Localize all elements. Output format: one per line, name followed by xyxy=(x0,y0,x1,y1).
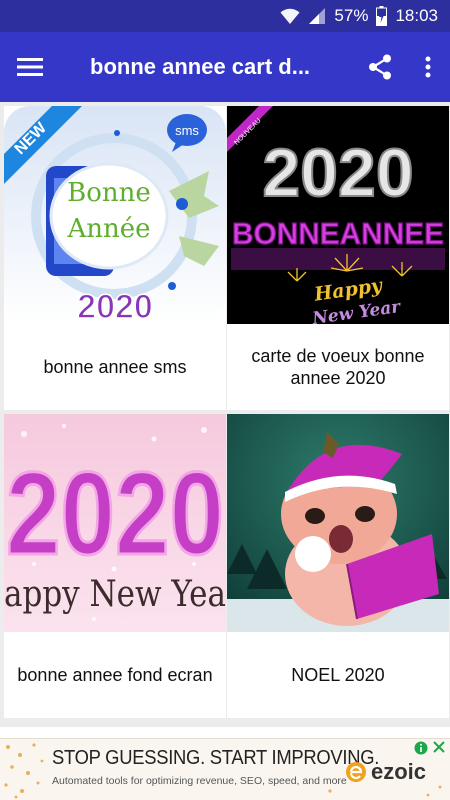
thumb-text-bonneannee: BONNEANNEE xyxy=(232,216,444,251)
card-label: NOEL 2020 xyxy=(291,665,385,685)
card-bonne-annee-sms[interactable]: Bonne Année sms NEW 2020 bonne annee sms xyxy=(4,106,226,410)
menu-icon xyxy=(17,58,43,76)
ad-brand: ezoic xyxy=(345,759,426,785)
thumb-text-sms: sms xyxy=(175,123,199,138)
thumb-text-2020-b: 2020 xyxy=(262,135,413,211)
share-icon xyxy=(369,54,391,80)
ad-subtext: Automated tools for optimizing revenue, … xyxy=(52,775,347,787)
ad-info-icon[interactable] xyxy=(414,741,428,755)
thumb-text-2020: 2020 xyxy=(77,288,153,324)
thumbnail-noel-2020 xyxy=(227,414,449,632)
card-grid: Bonne Année sms NEW 2020 bonne annee sms… xyxy=(0,102,450,727)
app-bar: bonne annee cart d... xyxy=(0,32,450,102)
thumb-text-annee: Année xyxy=(66,214,150,244)
ad-close-icon[interactable] xyxy=(432,740,446,754)
thumb-text-2020-c: 2020 xyxy=(6,448,224,580)
card-carte-de-voeux[interactable]: NOUVEAU 2020 BONNEANNEE Happy New Year c… xyxy=(227,106,449,410)
card-label: bonne annee sms xyxy=(43,357,187,377)
app-title: bonne annee cart d... xyxy=(90,54,311,79)
card-label: carte de voeux bonne annee 2020 xyxy=(251,346,425,388)
battery-percent: 57% xyxy=(334,6,369,25)
signal-icon xyxy=(308,7,326,25)
thumb-text-happy-new-year: appy New Yea xyxy=(4,574,226,615)
ezoic-logo-icon xyxy=(346,762,366,782)
thumbnail-bonne-annee-fond-ecran: 2020 appy New Yea xyxy=(4,414,226,632)
share-button[interactable] xyxy=(354,32,406,102)
thumb-text-bonne: Bonne xyxy=(67,178,151,208)
card-label: bonne annee fond ecran xyxy=(17,665,213,685)
ad-banner[interactable]: STOP GUESSING. START IMPROVING. Automate… xyxy=(0,738,450,800)
more-vert-icon xyxy=(425,56,431,78)
thumbnail-carte-de-voeux: NOUVEAU 2020 BONNEANNEE Happy New Year xyxy=(227,106,449,324)
thumbnail-bonne-annee-sms: Bonne Année sms NEW 2020 xyxy=(4,106,226,324)
card-noel-2020[interactable]: NOEL 2020 xyxy=(227,414,449,718)
status-bar: 57% 18:03 xyxy=(0,0,450,32)
wifi-icon xyxy=(280,7,300,25)
more-options-button[interactable] xyxy=(406,32,450,102)
menu-button[interactable] xyxy=(0,32,60,102)
card-bonne-annee-fond-ecran[interactable]: 2020 appy New Yea bonne annee fond ecran xyxy=(4,414,226,718)
ad-headline: STOP GUESSING. START IMPROVING. xyxy=(52,747,380,769)
clock: 18:03 xyxy=(395,6,438,25)
battery-charging-icon xyxy=(376,6,388,26)
ad-brand-name: ezoic xyxy=(371,759,427,784)
